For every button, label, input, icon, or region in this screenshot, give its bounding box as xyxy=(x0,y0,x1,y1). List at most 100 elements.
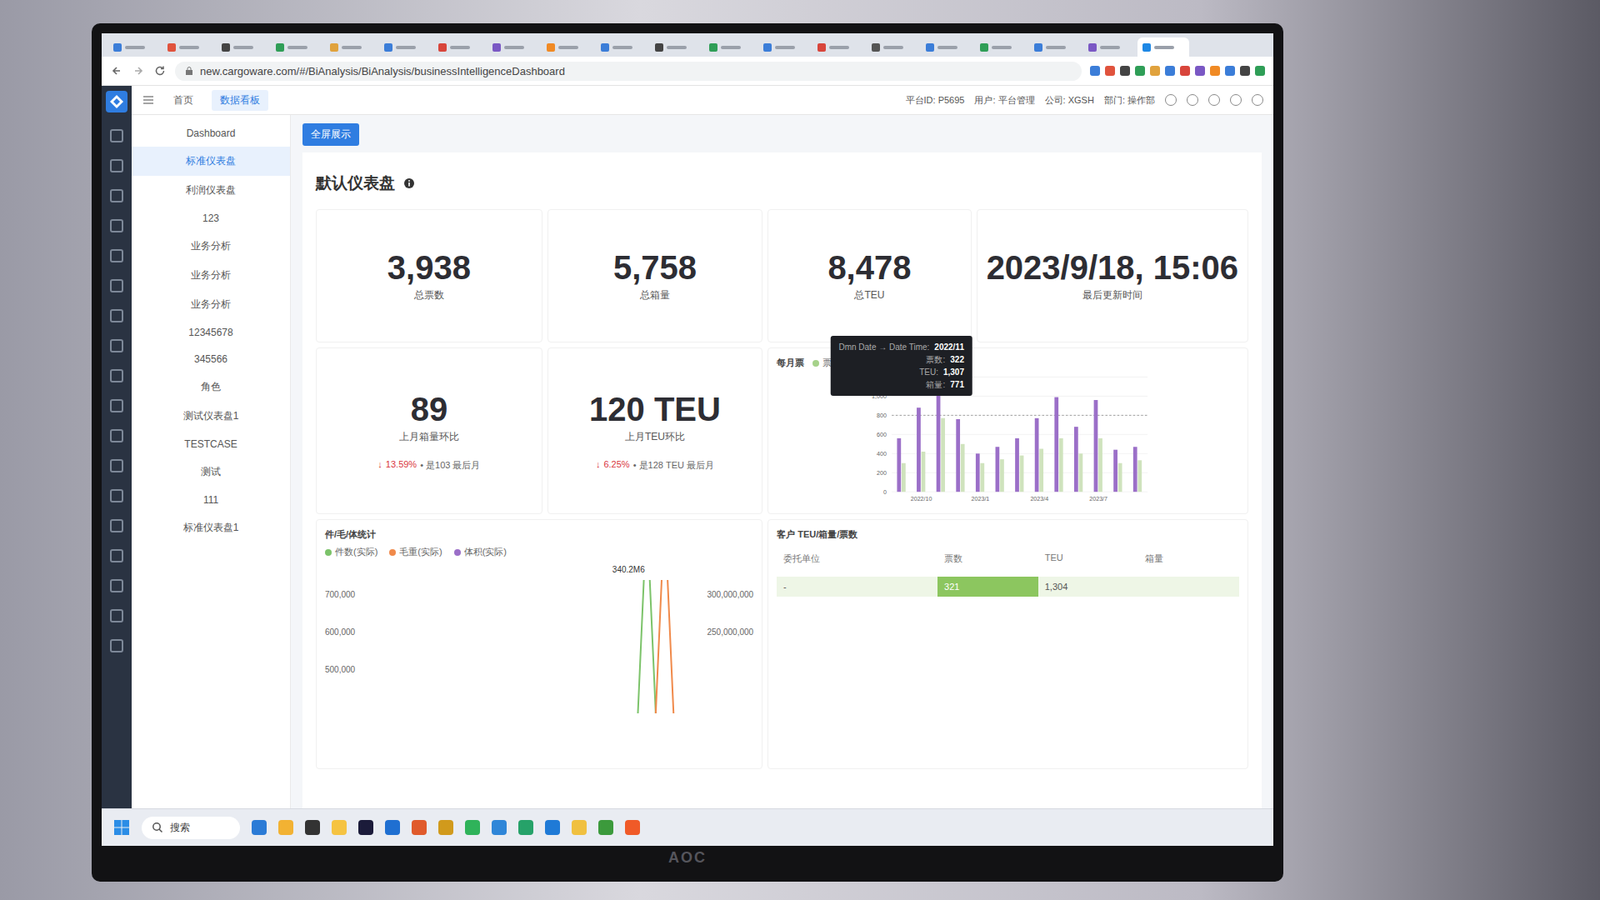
sidebar-item[interactable]: 12345678 xyxy=(131,319,290,346)
menu-icon[interactable] xyxy=(110,339,124,353)
bar[interactable] xyxy=(1020,455,1025,493)
menu-icon[interactable] xyxy=(110,549,124,563)
sidebar-item[interactable]: 利润仪表盘 xyxy=(131,175,290,205)
sidebar-item[interactable]: 345566 xyxy=(131,345,290,373)
windows-icon[interactable] xyxy=(113,819,130,836)
taskbar-app-icon[interactable] xyxy=(438,820,454,835)
menu-icon[interactable] xyxy=(110,429,124,443)
header-icon[interactable] xyxy=(1186,94,1199,106)
menu-icon[interactable] xyxy=(110,579,124,593)
bar[interactable] xyxy=(901,463,906,492)
legend-item[interactable]: 毛重(实际) xyxy=(389,545,442,559)
browser-tab[interactable] xyxy=(1029,37,1081,57)
menu-icon[interactable] xyxy=(110,639,124,653)
browser-tab[interactable] xyxy=(758,37,810,57)
sidebar-item[interactable]: TESTCASE xyxy=(131,430,290,458)
browser-tab[interactable] xyxy=(1137,37,1190,57)
bar[interactable] xyxy=(1113,450,1118,492)
nav-tab[interactable]: 首页 xyxy=(165,90,202,111)
taskbar-app-icon[interactable] xyxy=(385,820,400,835)
header-icon[interactable] xyxy=(1230,94,1242,106)
browser-tab[interactable] xyxy=(541,37,594,57)
taskbar-app-icon[interactable] xyxy=(305,820,320,835)
bar[interactable] xyxy=(921,451,926,492)
bar[interactable] xyxy=(940,418,945,492)
bar[interactable] xyxy=(1000,459,1005,492)
back-icon[interactable] xyxy=(110,64,124,78)
browser-tab[interactable] xyxy=(812,37,865,57)
menu-icon[interactable] xyxy=(110,129,124,143)
bar[interactable] xyxy=(1039,449,1044,493)
legend-item[interactable]: 件数(实际) xyxy=(325,545,378,559)
bar[interactable] xyxy=(1059,438,1064,492)
sidebar-item[interactable]: 业务分析 xyxy=(131,290,290,320)
header-icon[interactable] xyxy=(1165,94,1177,106)
sidebar-item[interactable]: 测试 xyxy=(131,457,290,487)
extension-icon[interactable] xyxy=(1225,65,1235,76)
bar[interactable] xyxy=(1015,438,1020,492)
header-icon[interactable] xyxy=(1251,94,1264,106)
taskbar-app-icon[interactable] xyxy=(251,820,267,835)
taskbar-app-icon[interactable] xyxy=(518,820,534,835)
taskbar-app-icon[interactable] xyxy=(358,820,374,835)
bar[interactable] xyxy=(1074,426,1079,492)
bar[interactable] xyxy=(1118,463,1123,492)
nav-tab[interactable]: 数据看板 xyxy=(211,90,269,111)
menu-icon[interactable] xyxy=(110,399,124,413)
browser-tab[interactable] xyxy=(704,37,756,57)
sidebar-item[interactable]: 标准仪表盘 xyxy=(131,146,290,176)
logo-icon[interactable] xyxy=(105,90,128,113)
menu-toggle-icon[interactable] xyxy=(141,93,155,107)
extension-icon[interactable] xyxy=(1090,65,1100,76)
series-line[interactable] xyxy=(361,580,700,714)
browser-tab[interactable] xyxy=(487,37,540,57)
taskbar-app-icon[interactable] xyxy=(278,820,294,835)
browser-tab[interactable] xyxy=(108,37,160,57)
sidebar-item[interactable]: 111 xyxy=(131,486,290,514)
extension-icon[interactable] xyxy=(1135,65,1145,76)
column-header[interactable]: 箱量 xyxy=(1138,547,1240,570)
browser-tab[interactable] xyxy=(270,37,323,57)
bar[interactable] xyxy=(1133,446,1138,492)
sidebar-item[interactable]: Dashboard xyxy=(131,120,290,147)
menu-icon[interactable] xyxy=(110,309,124,323)
column-header[interactable]: 票数 xyxy=(937,547,1039,570)
bar[interactable] xyxy=(995,446,1000,492)
browser-tab[interactable] xyxy=(379,37,431,57)
browser-tab[interactable] xyxy=(650,37,702,57)
forward-icon[interactable] xyxy=(131,64,145,78)
reload-icon[interactable] xyxy=(153,64,167,78)
browser-tab[interactable] xyxy=(1083,37,1135,57)
table-row[interactable]: -3211,304 xyxy=(776,576,1240,597)
header-icon[interactable] xyxy=(1208,94,1220,106)
taskbar-app-icon[interactable] xyxy=(491,820,507,835)
legend-item[interactable]: 体积(实际) xyxy=(454,545,507,559)
taskbar-app-icon[interactable] xyxy=(411,820,427,835)
extension-icon[interactable] xyxy=(1165,65,1175,76)
bar[interactable] xyxy=(1098,438,1103,492)
bar[interactable] xyxy=(975,453,980,492)
browser-tab[interactable] xyxy=(433,37,485,57)
browser-tab[interactable] xyxy=(162,37,215,57)
bar[interactable] xyxy=(1035,418,1040,492)
browser-tab[interactable] xyxy=(975,37,1027,57)
fullscreen-button[interactable]: 全屏展示 xyxy=(302,123,360,146)
extension-icon[interactable] xyxy=(1105,65,1115,76)
bar[interactable] xyxy=(980,463,985,492)
sidebar-item[interactable]: 标准仪表盘1 xyxy=(131,513,290,543)
extension-icon[interactable] xyxy=(1255,65,1265,76)
browser-tab[interactable] xyxy=(920,37,973,57)
bar[interactable] xyxy=(1054,397,1059,493)
menu-icon[interactable] xyxy=(110,189,124,203)
menu-icon[interactable] xyxy=(110,369,124,383)
taskbar-app-icon[interactable] xyxy=(625,820,640,835)
extension-icon[interactable] xyxy=(1180,65,1190,76)
menu-icon[interactable] xyxy=(110,459,124,473)
menu-icon[interactable] xyxy=(110,219,124,233)
browser-tab[interactable] xyxy=(866,37,919,57)
sidebar-item[interactable]: 业务分析 xyxy=(131,260,290,290)
taskbar-app-icon[interactable] xyxy=(545,820,560,835)
extension-icon[interactable] xyxy=(1210,65,1220,76)
browser-tab[interactable] xyxy=(216,37,269,57)
bar[interactable] xyxy=(916,407,921,492)
